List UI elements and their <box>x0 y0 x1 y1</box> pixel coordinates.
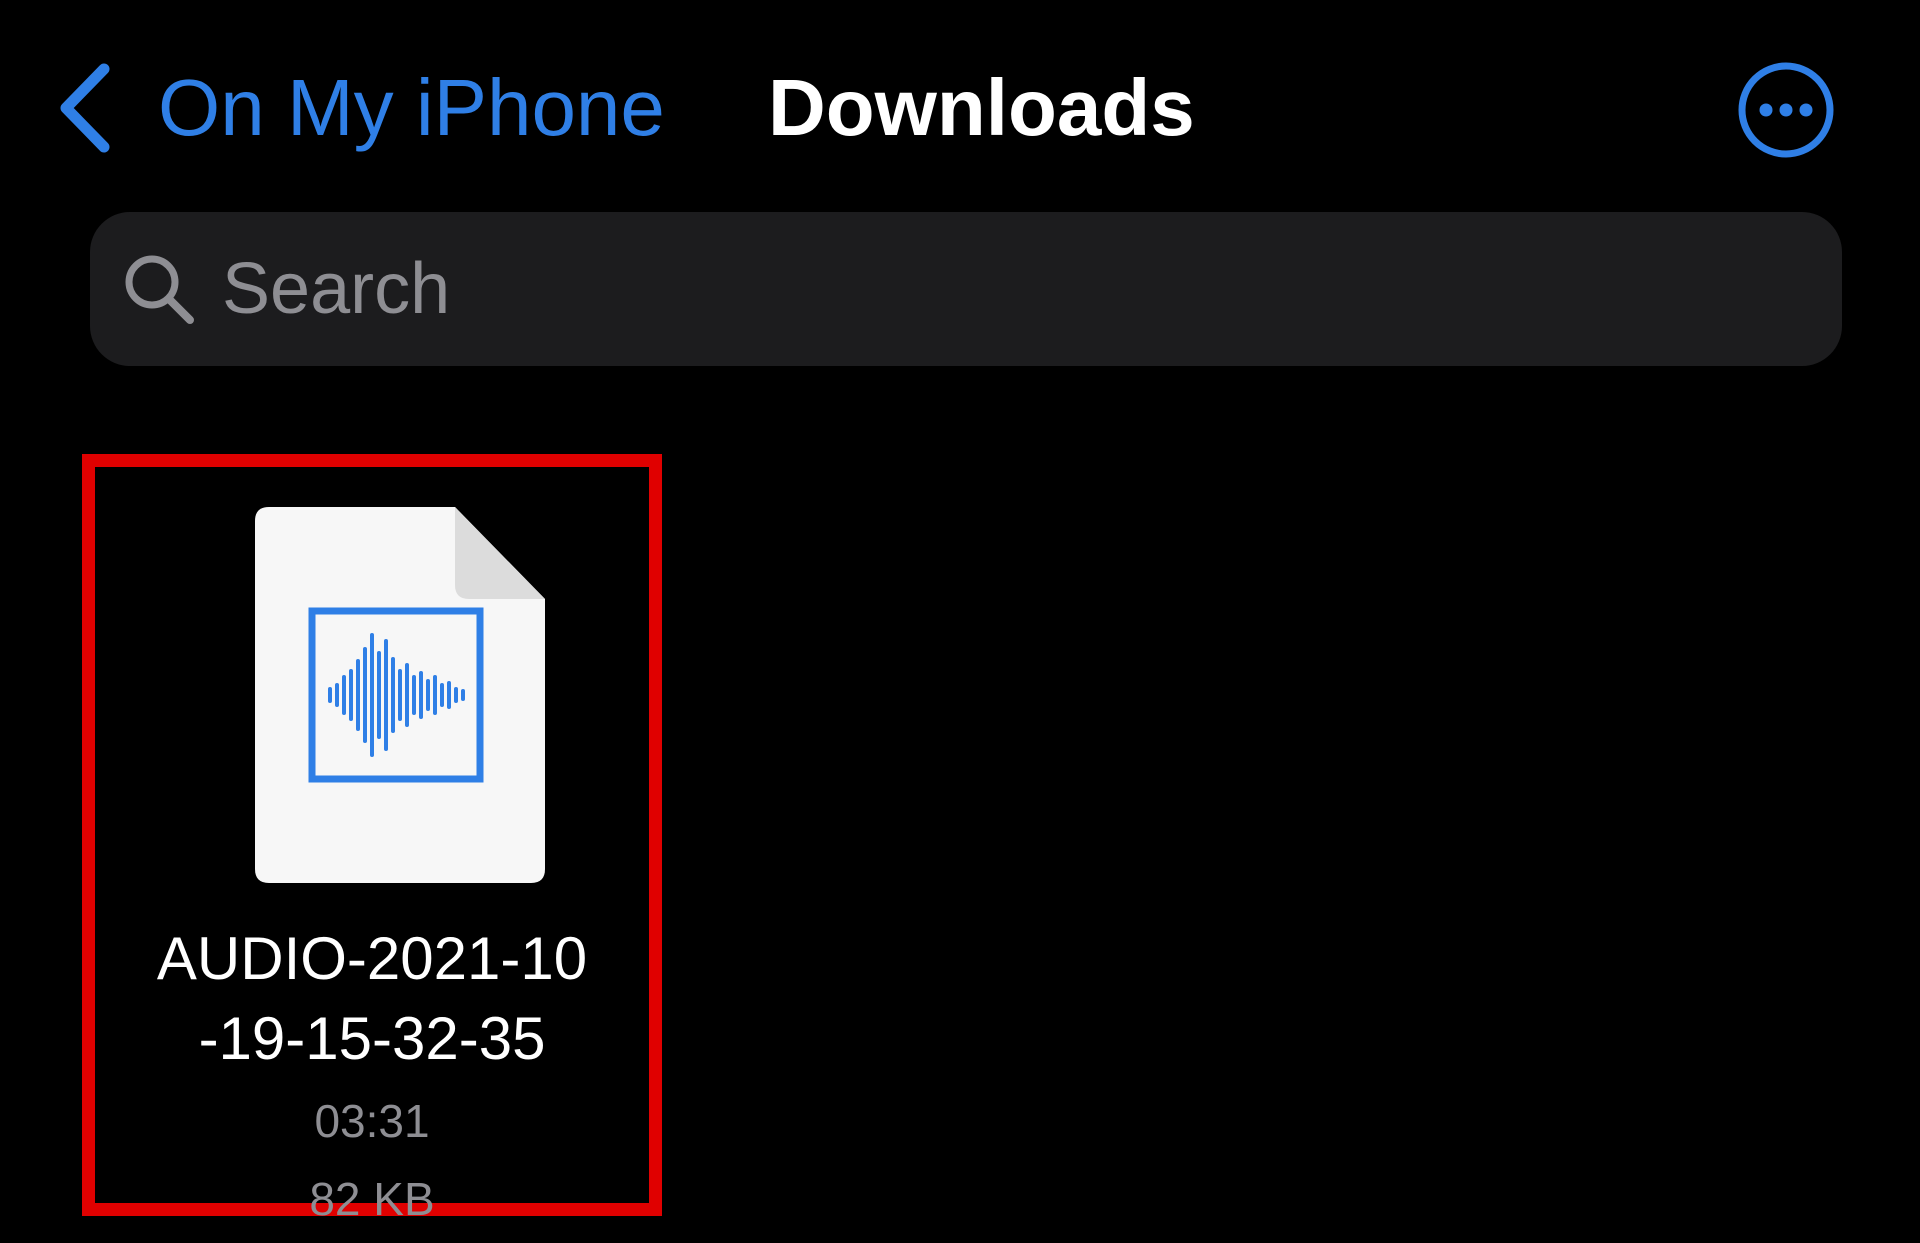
navigation-bar: On My iPhone Downloads <box>0 0 1920 210</box>
file-name-line-1: AUDIO-2021-10 <box>156 925 588 992</box>
back-button[interactable]: On My iPhone <box>56 58 665 158</box>
search-icon <box>125 255 194 324</box>
chevron-left-icon <box>60 63 110 153</box>
search-input[interactable] <box>220 238 1842 340</box>
file-thumbnail <box>255 507 545 883</box>
more-options-button[interactable] <box>1736 60 1836 160</box>
file-size: 82 KB <box>309 1173 435 1225</box>
file-name: AUDIO-2021-10 -19-15-32-35 <box>95 919 649 1079</box>
audio-waveform-file-icon <box>255 507 545 883</box>
back-label: On My iPhone <box>158 63 665 152</box>
ellipsis-circle-icon <box>1738 62 1834 158</box>
file-name-line-2: -19-15-32-35 <box>198 1005 546 1072</box>
file-item[interactable]: AUDIO-2021-10 -19-15-32-35 03:31 82 KB <box>82 454 662 1225</box>
file-duration: 03:31 <box>314 1095 430 1147</box>
search-bar[interactable] <box>90 212 1842 366</box>
page-title: Downloads <box>768 63 1195 152</box>
